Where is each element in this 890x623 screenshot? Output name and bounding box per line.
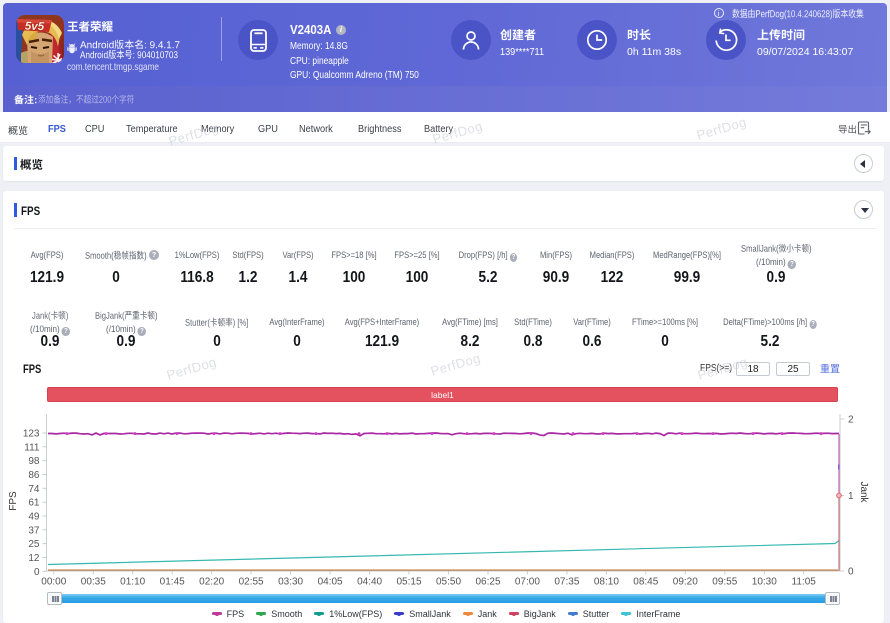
svg-text:05:50: 05:50 <box>436 577 461 588</box>
svg-text:61: 61 <box>28 498 40 509</box>
svg-text:08:45: 08:45 <box>633 577 658 588</box>
svg-text:123: 123 <box>23 429 40 440</box>
svg-text:01:45: 01:45 <box>160 577 185 588</box>
svg-text:FPS: FPS <box>8 491 19 511</box>
svg-text:1: 1 <box>848 491 854 502</box>
svg-text:01:10: 01:10 <box>120 577 145 588</box>
svg-text:Jank: Jank <box>858 481 869 503</box>
svg-text:02:55: 02:55 <box>239 577 264 588</box>
svg-text:0: 0 <box>848 567 854 578</box>
svg-text:111: 111 <box>24 442 40 453</box>
svg-text:07:00: 07:00 <box>515 577 540 588</box>
svg-text:05:15: 05:15 <box>396 577 421 588</box>
svg-text:25: 25 <box>28 539 40 550</box>
svg-text:2: 2 <box>848 415 854 426</box>
svg-text:10:30: 10:30 <box>752 577 777 588</box>
svg-text:02:20: 02:20 <box>199 577 224 588</box>
svg-text:0: 0 <box>34 567 40 578</box>
svg-text:04:40: 04:40 <box>357 577 382 588</box>
svg-text:06:25: 06:25 <box>475 577 500 588</box>
svg-text:09:20: 09:20 <box>673 577 698 588</box>
svg-text:00:00: 00:00 <box>41 577 66 588</box>
svg-text:98: 98 <box>28 456 40 467</box>
svg-text:08:10: 08:10 <box>594 577 619 588</box>
svg-text:49: 49 <box>28 512 40 523</box>
svg-text:04:05: 04:05 <box>318 577 343 588</box>
svg-text:00:35: 00:35 <box>81 577 106 588</box>
svg-text:07:35: 07:35 <box>554 577 579 588</box>
svg-text:37: 37 <box>28 525 40 536</box>
svg-text:74: 74 <box>28 484 40 495</box>
svg-text:11:05: 11:05 <box>792 577 817 588</box>
svg-text:03:30: 03:30 <box>278 577 303 588</box>
svg-text:86: 86 <box>28 470 40 481</box>
svg-text:12: 12 <box>28 553 40 564</box>
svg-text:5v5: 5v5 <box>25 20 45 33</box>
svg-text:09:55: 09:55 <box>712 577 737 588</box>
